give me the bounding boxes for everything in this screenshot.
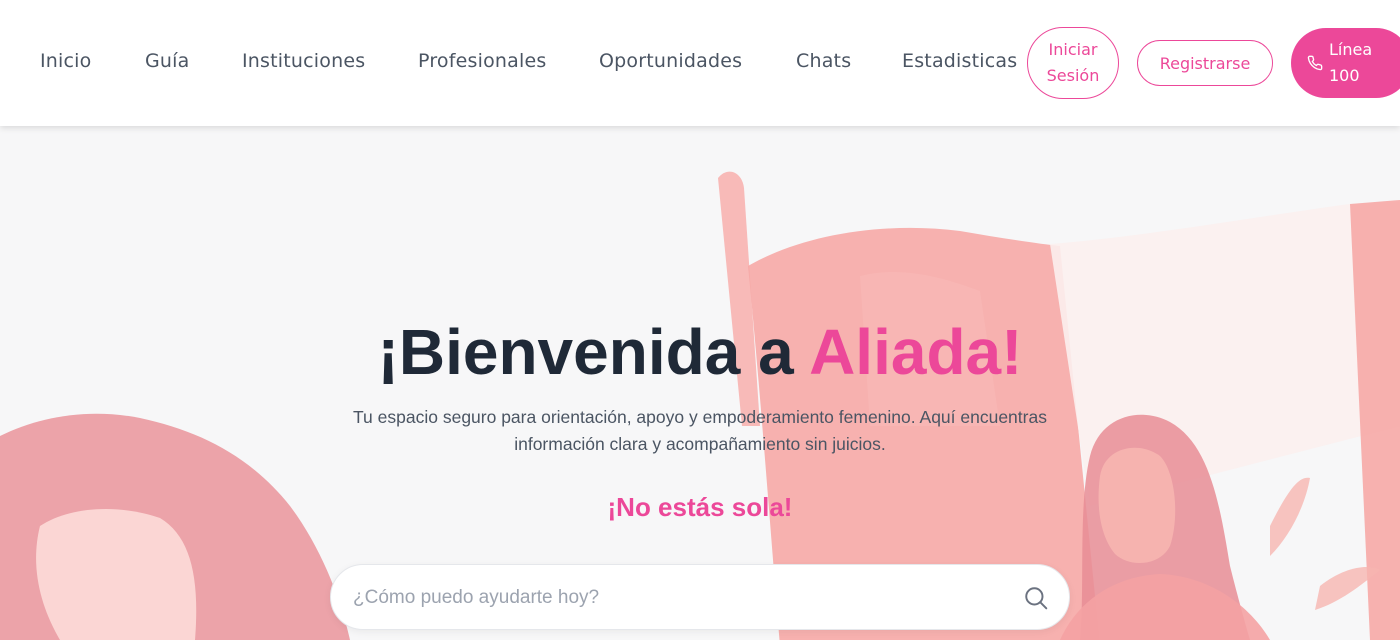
hero-title: ¡Bienvenida a Aliada!: [0, 316, 1400, 388]
top-navbar: Inicio Guía Instituciones Profesionales …: [0, 0, 1400, 126]
login-button[interactable]: Iniciar Sesión: [1027, 27, 1119, 99]
hero-subtitle: Tu espacio seguro para orientación, apoy…: [353, 407, 1047, 454]
hero-title-accent: Aliada!: [809, 316, 1023, 388]
login-label-line1: Iniciar: [1048, 40, 1098, 59]
hero-title-main: ¡Bienvenida a: [377, 316, 810, 388]
nav-link-instituciones[interactable]: Instituciones: [242, 50, 365, 72]
hero-section: ¡Bienvenida a Aliada! Tu espacio seguro …: [0, 126, 1400, 640]
nav-link-oportunidades[interactable]: Oportunidades: [599, 50, 742, 72]
hotline-label-line2: 100: [1329, 66, 1360, 85]
nav-link-chats[interactable]: Chats: [796, 50, 851, 72]
hotline-label-line1: Línea: [1329, 40, 1373, 59]
register-button[interactable]: Registrarse: [1137, 40, 1273, 86]
hotline-button[interactable]: Línea 100: [1291, 28, 1400, 98]
search-input[interactable]: [353, 582, 993, 614]
search-bar: [330, 564, 1070, 630]
hero-tagline: ¡No estás sola!: [607, 492, 793, 522]
search-icon[interactable]: [1023, 585, 1049, 611]
login-label-line2: Sesión: [1046, 66, 1100, 85]
register-label: Registrarse: [1159, 53, 1251, 73]
nav-link-profesionales[interactable]: Profesionales: [418, 50, 546, 72]
nav-link-inicio[interactable]: Inicio: [40, 50, 91, 72]
nav-link-guia[interactable]: Guía: [145, 50, 190, 72]
phone-icon: [1307, 55, 1323, 71]
nav-link-estadisticas[interactable]: Estadisticas: [902, 50, 1017, 72]
